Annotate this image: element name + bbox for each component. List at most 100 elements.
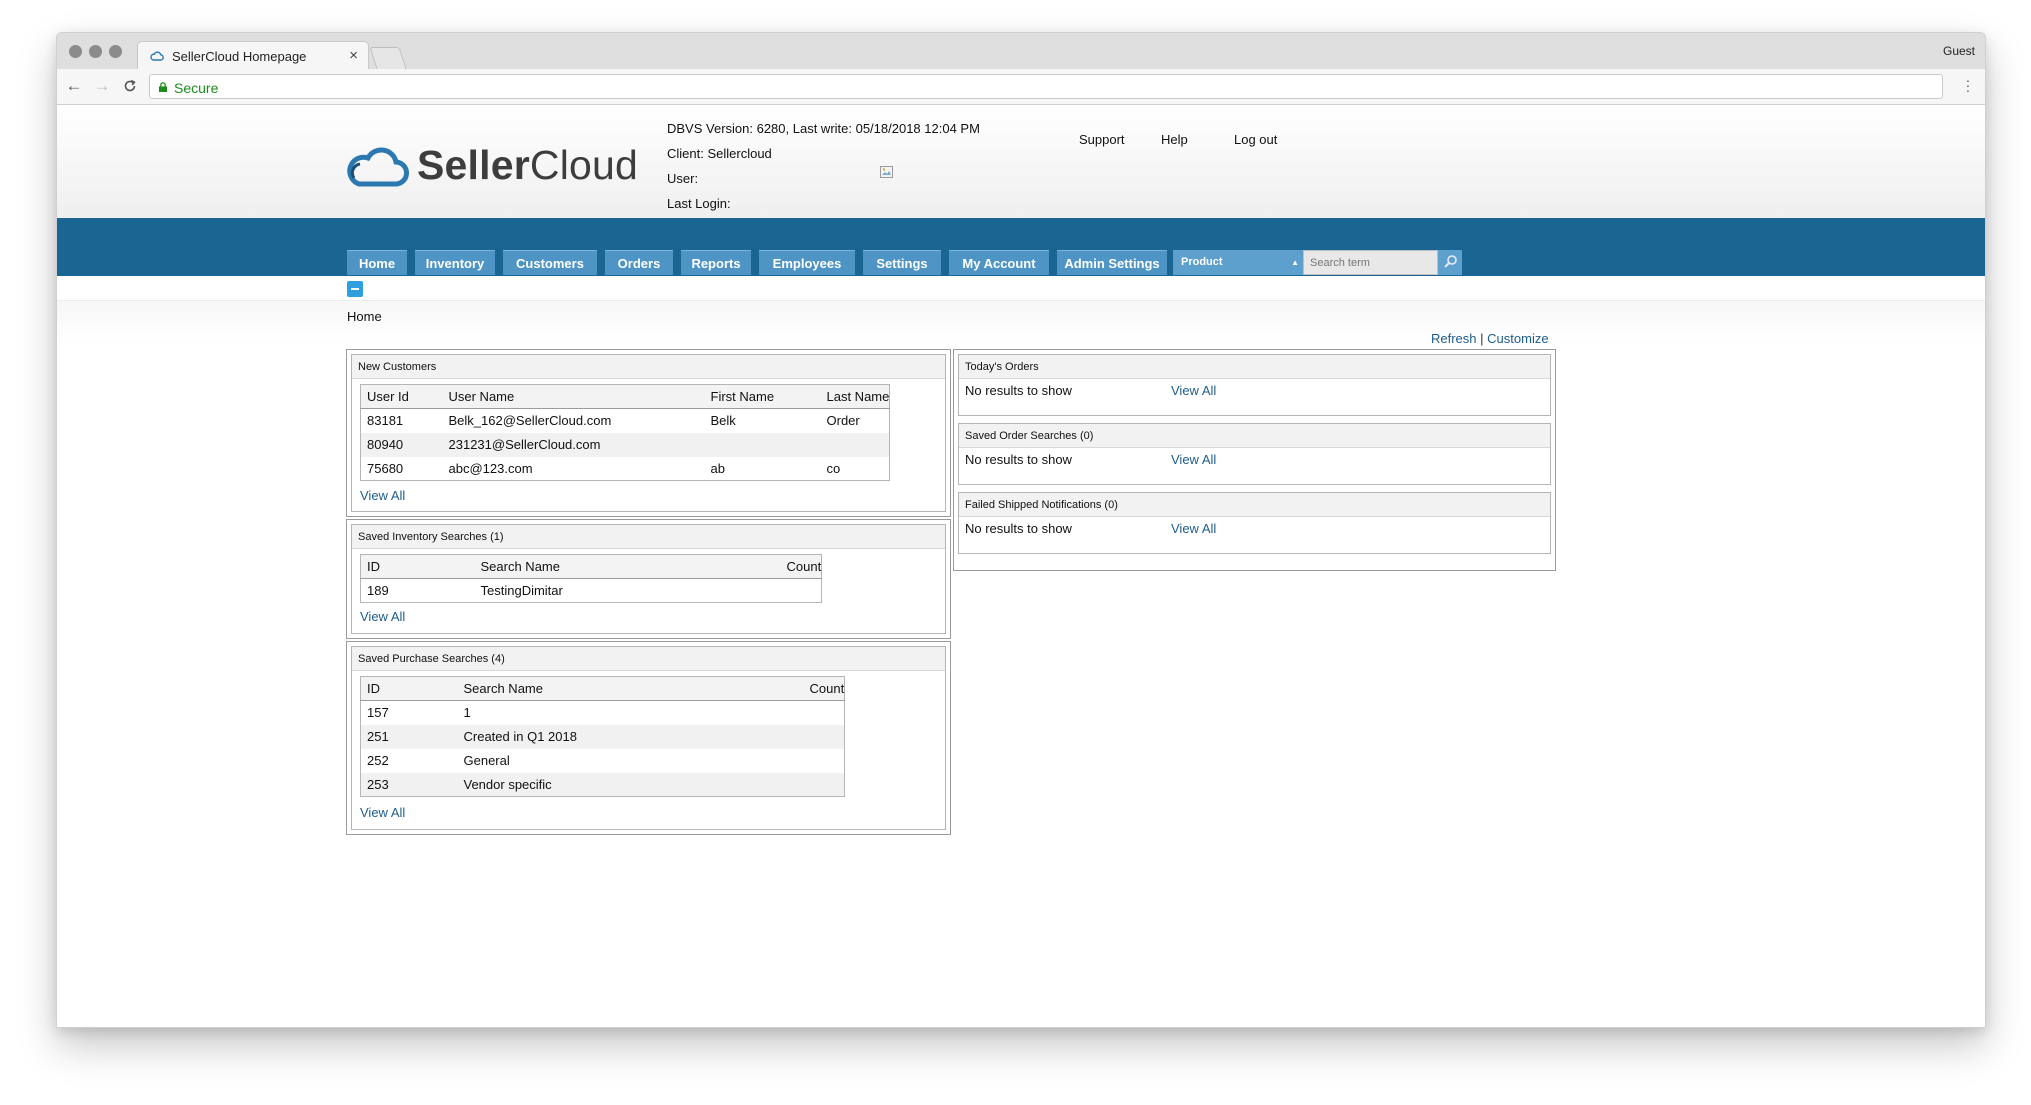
table-cell (804, 701, 845, 725)
table-cell: Vendor specific (457, 772, 804, 797)
dashboard-actions: Refresh | Customize (1431, 331, 1549, 346)
column-header[interactable]: Count (803, 676, 845, 701)
table-cell: 251 (360, 724, 458, 749)
search-input[interactable] (1303, 250, 1438, 275)
empty-message: No results to show (965, 383, 1072, 398)
table-cell: 231231@SellerCloud.com (442, 432, 705, 457)
support-link[interactable]: Support (1079, 132, 1125, 147)
product-select-value: Product (1181, 256, 1223, 268)
reload-icon[interactable] (119, 74, 141, 98)
refresh-link[interactable]: Refresh (1431, 331, 1477, 346)
nav-my-account[interactable]: My Account (949, 250, 1049, 275)
column-header[interactable]: Search Name (474, 554, 781, 579)
browser-menu-icon[interactable]: · · · (1965, 73, 1971, 97)
widget-title: Saved Purchase Searches (4) (352, 647, 945, 671)
empty-message: No results to show (965, 452, 1072, 467)
site-header: SellerCloud DBVS Version: 6280, Last wri… (57, 106, 1985, 218)
table-row[interactable]: 83181 Belk_162@SellerCloud.com Belk Orde… (361, 409, 890, 433)
zoom-window-light[interactable] (109, 45, 122, 58)
table-row[interactable]: 75680 abc@123.com ab co (361, 457, 890, 481)
table-row[interactable]: 157 1 (361, 701, 845, 725)
table-cell: 75680 (367, 460, 404, 476)
saved-inventory-searches-widget: Saved Inventory Searches (1) ID Search N… (346, 519, 951, 639)
view-all-link[interactable]: View All (360, 805, 405, 820)
nav-employees[interactable]: Employees (759, 250, 855, 275)
column-header[interactable]: Search Name (457, 676, 804, 701)
forward-arrow-icon[interactable]: → (91, 74, 113, 98)
right-widget-column: Today's Orders No results to show View A… (953, 349, 1556, 571)
failed-shipped-notifications-widget: Failed Shipped Notifications (0) No resu… (958, 492, 1551, 554)
logo-wordmark: SellerCloud (417, 142, 639, 188)
table-row[interactable]: 252 General (361, 749, 845, 773)
column-header[interactable]: User Name (442, 384, 705, 409)
table-cell: Belk_162@SellerCloud.com (448, 413, 612, 429)
new-customers-widget: New Customers User Id User Name First Na… (346, 349, 951, 517)
column-header[interactable]: ID (360, 554, 475, 579)
minimize-window-light[interactable] (89, 45, 102, 58)
view-all-link[interactable]: View All (1171, 452, 1216, 467)
close-tab-icon[interactable]: × (349, 47, 358, 64)
table-row[interactable]: 251 Created in Q1 2018 (360, 724, 845, 749)
table-cell: 252 (367, 753, 389, 768)
table-cell: ab (710, 460, 725, 476)
nav-settings[interactable]: Settings (863, 250, 941, 275)
empty-message: No results to show (965, 521, 1072, 536)
table-row[interactable]: 253 Vendor specific (360, 772, 845, 797)
table-cell: 1 (463, 705, 471, 721)
search-button[interactable] (1438, 250, 1462, 275)
table-cell: 157 (367, 705, 389, 721)
table-cell: co (826, 460, 841, 476)
nav-customers[interactable]: Customers (503, 250, 597, 275)
new-tab-button[interactable] (369, 47, 407, 69)
close-window-light[interactable] (69, 45, 82, 58)
column-header[interactable]: User Id (360, 384, 443, 409)
table-cell: 80940 (360, 432, 443, 457)
search-icon (1444, 255, 1457, 268)
view-all-link[interactable]: View All (1171, 521, 1216, 536)
customize-link[interactable]: Customize (1487, 331, 1548, 346)
broken-image-icon (880, 166, 893, 178)
address-bar[interactable]: Secure (149, 74, 1943, 99)
table-cell: 189 (367, 583, 389, 598)
nav-home[interactable]: Home (347, 250, 407, 275)
widget-title: New Customers (352, 355, 945, 379)
last-login-text: Last Login: (667, 196, 731, 211)
secure-label: Secure (174, 80, 219, 96)
widget-title: Failed Shipped Notifications (0) (959, 493, 1550, 517)
saved-purchase-table: ID Search Name Count 157 1 251 Created i… (360, 676, 846, 797)
nav-orders[interactable]: Orders (605, 250, 673, 275)
table-cell: General (463, 753, 510, 768)
cloud-logo-icon (347, 147, 409, 187)
column-header[interactable]: Count (780, 554, 822, 579)
table-cell: Belk (710, 413, 736, 429)
table-cell: 253 (360, 772, 458, 797)
table-row[interactable]: 189 TestingDimitar (361, 579, 822, 603)
table-cell: TestingDimitar (480, 583, 563, 598)
logout-link[interactable]: Log out (1234, 132, 1277, 147)
profile-label[interactable]: Guest (1943, 44, 1975, 58)
page: SellerCloud DBVS Version: 6280, Last wri… (57, 106, 1985, 1027)
nav-inventory[interactable]: Inventory (415, 250, 495, 275)
column-header[interactable]: ID (360, 676, 458, 701)
view-all-link[interactable]: View All (360, 488, 405, 503)
table-row[interactable]: 80940 231231@SellerCloud.com (360, 432, 890, 457)
client-text: Client: Sellercloud (667, 146, 772, 161)
sellercloud-logo[interactable]: SellerCloud (345, 138, 645, 194)
browser-tab[interactable]: SellerCloud Homepage × (137, 41, 369, 69)
todays-orders-widget: Today's Orders No results to show View A… (958, 354, 1551, 416)
column-header[interactable]: Last Name (820, 384, 890, 409)
help-link[interactable]: Help (1161, 132, 1188, 147)
table-cell (820, 432, 890, 457)
table-cell (803, 724, 845, 749)
back-arrow-icon[interactable]: ← (63, 74, 85, 98)
collapse-toggle-icon[interactable] (347, 281, 363, 297)
column-header[interactable]: First Name (704, 384, 821, 409)
view-all-link[interactable]: View All (360, 609, 405, 624)
table-cell (803, 772, 845, 797)
product-type-select[interactable]: Product ▲ ▼ (1173, 250, 1303, 292)
table-cell: Order (826, 413, 860, 429)
view-all-link[interactable]: View All (1171, 383, 1216, 398)
nav-admin-settings[interactable]: Admin Settings (1057, 250, 1167, 275)
nav-reports[interactable]: Reports (681, 250, 751, 275)
table-cell (781, 579, 822, 603)
